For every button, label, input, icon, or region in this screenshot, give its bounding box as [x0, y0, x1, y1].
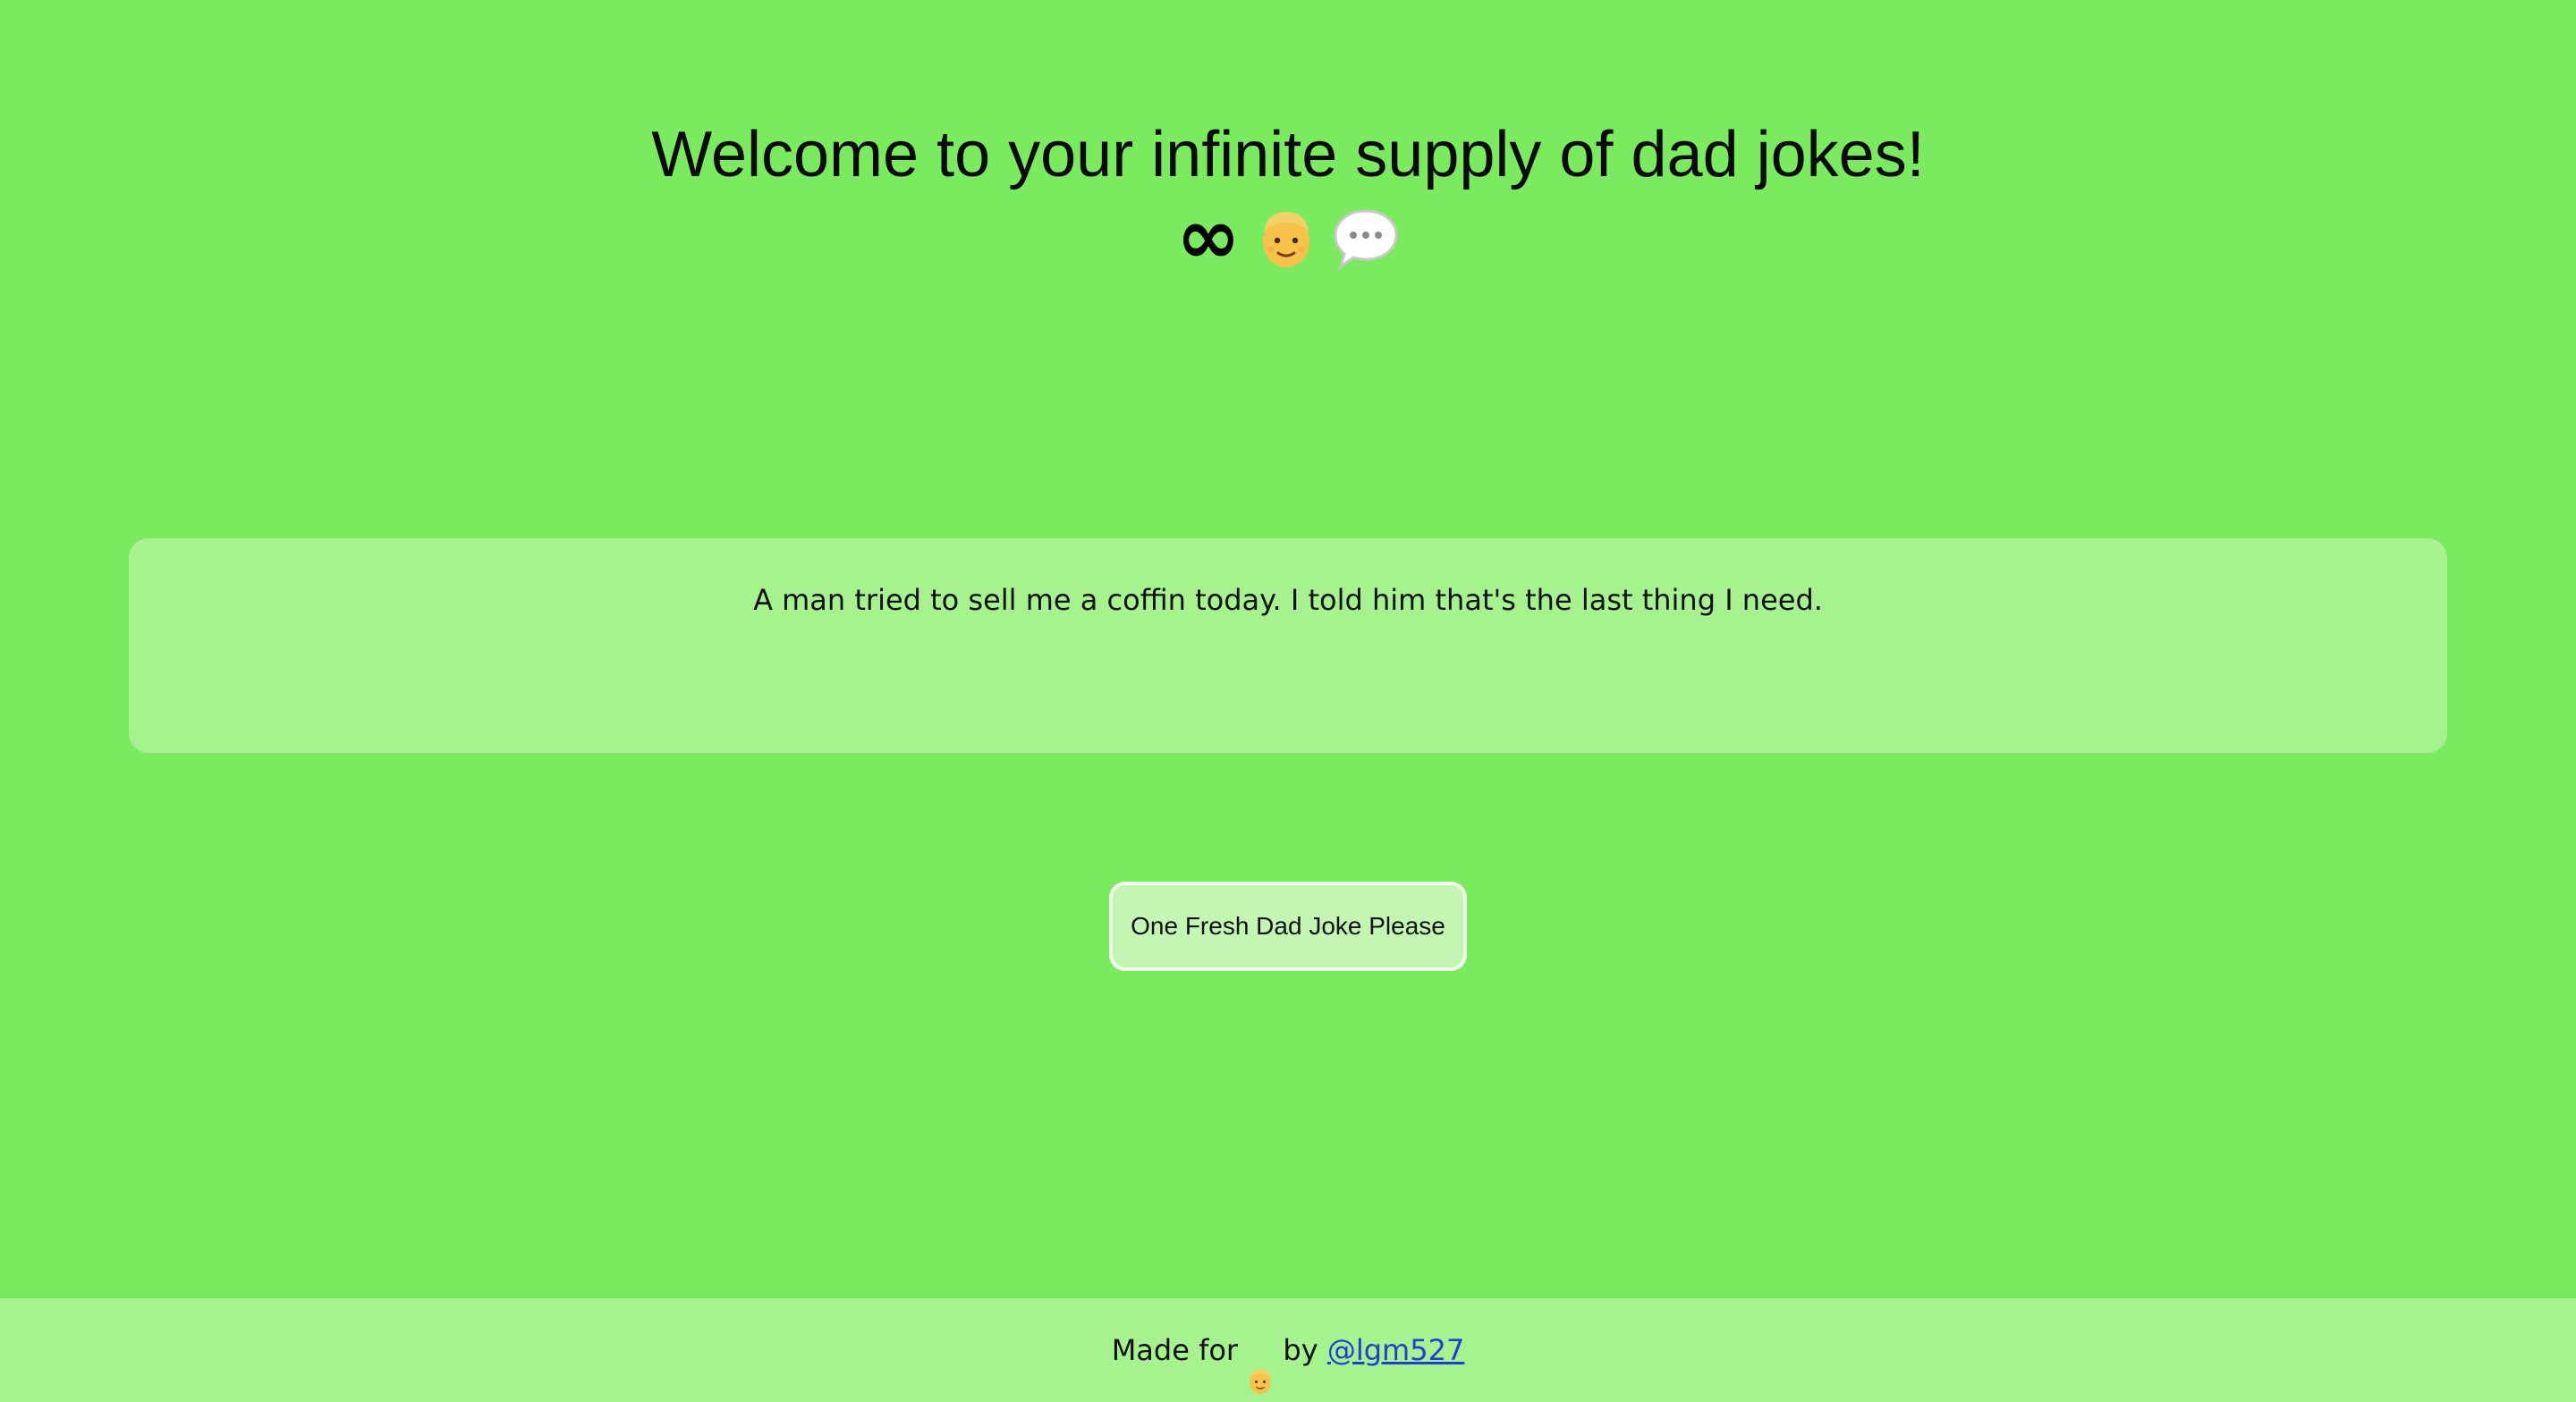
footer: Made for by @lgm527 [0, 1298, 2576, 1402]
author-link[interactable]: @lgm527 [1327, 1333, 1464, 1367]
joke-text: A man tried to sell me a coffin today. I… [753, 583, 1823, 617]
infinity-icon: ∞ [1176, 192, 1241, 283]
fresh-joke-button[interactable]: One Fresh Dad Joke Please [1109, 882, 1467, 971]
speech-bubble-icon [1332, 206, 1400, 270]
footer-made-for-text: Made for [1111, 1333, 1239, 1367]
footer-by-text: by [1283, 1333, 1318, 1367]
page-title: Welcome to your infinite supply of dad j… [651, 119, 1925, 190]
title-emoji-row: ∞ [0, 195, 2576, 280]
dad-face-icon [1247, 1334, 1274, 1394]
joke-card: A man tried to sell me a coffin today. I… [129, 538, 2447, 753]
dad-face-icon [1257, 207, 1316, 269]
page-header: Welcome to your infinite supply of dad j… [0, 116, 2576, 280]
